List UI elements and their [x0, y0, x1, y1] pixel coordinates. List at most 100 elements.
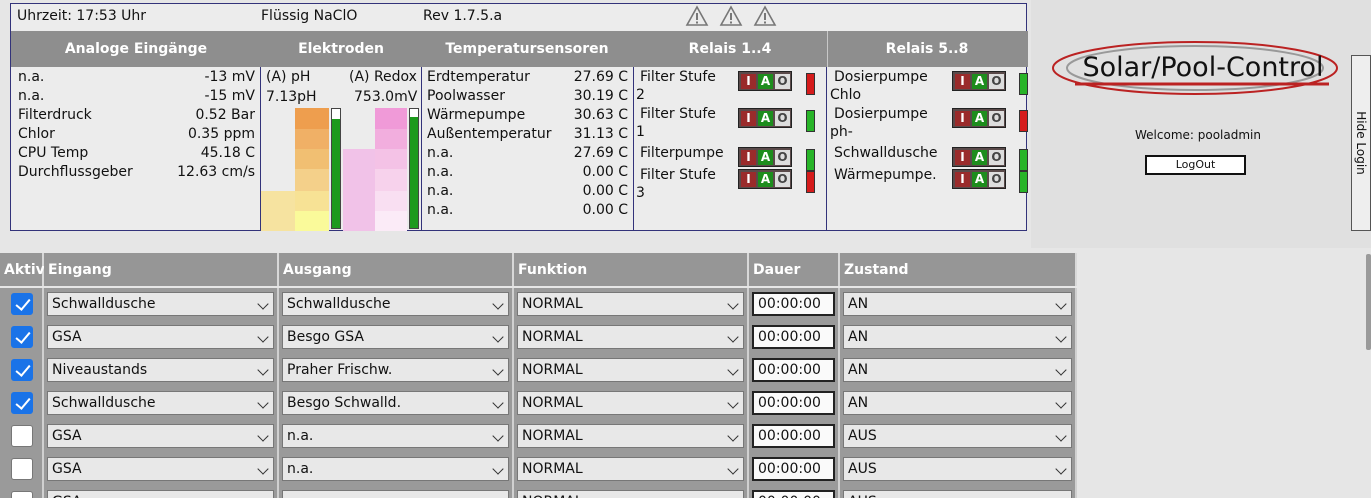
- relay-btn-i[interactable]: I: [741, 172, 756, 187]
- logout-button[interactable]: LogOut: [1145, 155, 1246, 175]
- dauer-input[interactable]: 00:00:00: [752, 358, 835, 382]
- electrode-bars: [261, 108, 407, 231]
- relay-btn-i[interactable]: I: [955, 172, 970, 187]
- relay-btn-o[interactable]: O: [775, 150, 790, 165]
- ausgang-select[interactable]: n.a.: [282, 457, 509, 481]
- zustand-select[interactable]: AUS: [843, 490, 1072, 498]
- relay-btn-a[interactable]: A: [758, 172, 773, 187]
- eingang-select[interactable]: GSA: [47, 424, 274, 448]
- funktion-select[interactable]: NORMAL: [517, 391, 744, 415]
- eingang-select[interactable]: Niveaustands: [47, 358, 274, 382]
- zustand-select[interactable]: AN: [843, 358, 1072, 382]
- relay-btn-o[interactable]: O: [775, 74, 790, 89]
- relay-btn-a[interactable]: A: [758, 111, 773, 126]
- ausgang-select[interactable]: Praher Frischw.: [282, 358, 509, 382]
- dauer-input[interactable]: 00:00:00: [752, 292, 835, 316]
- zustand-value: AUS: [848, 428, 877, 444]
- relay-mode-switch[interactable]: IAO: [738, 108, 792, 128]
- relay-btn-o[interactable]: O: [775, 172, 790, 187]
- table-row: GSA NORMAL 00:00:00 AUS: [0, 486, 1078, 498]
- relay-mode-switch[interactable]: IAO: [738, 147, 792, 167]
- relay-btn-i[interactable]: I: [741, 74, 756, 89]
- ausgang-select[interactable]: [282, 490, 509, 498]
- funktion-select[interactable]: NORMAL: [517, 490, 744, 498]
- relay-mode-switch[interactable]: IAO: [952, 71, 1006, 91]
- aktiv-checkbox[interactable]: [11, 392, 33, 414]
- ausgang-select[interactable]: n.a.: [282, 424, 509, 448]
- dauer-input[interactable]: 00:00:00: [752, 424, 835, 448]
- ausgang-select[interactable]: Besgo Schwalld.: [282, 391, 509, 415]
- zustand-select[interactable]: AN: [843, 325, 1072, 349]
- relay-status-lamp: [1019, 73, 1028, 95]
- aktiv-checkbox[interactable]: [11, 458, 33, 480]
- relay-btn-i[interactable]: I: [741, 111, 756, 126]
- analog-name: n.a.: [18, 88, 45, 104]
- aktiv-checkbox[interactable]: [11, 359, 33, 381]
- relay-status-lamp: [1019, 110, 1028, 132]
- aktiv-cell: [0, 387, 44, 420]
- relay-btn-a[interactable]: A: [758, 150, 773, 165]
- aktiv-checkbox[interactable]: [11, 293, 33, 315]
- col-zustand: Zustand: [840, 253, 1077, 286]
- aktiv-checkbox[interactable]: [11, 491, 33, 498]
- relay-sublabel: 1: [636, 124, 645, 140]
- zustand-cell: AN: [840, 288, 1077, 321]
- zustand-select[interactable]: AUS: [843, 424, 1072, 448]
- eingang-select[interactable]: Schwalldusche: [47, 391, 274, 415]
- zustand-select[interactable]: AUS: [843, 457, 1072, 481]
- warning-icon[interactable]: [753, 5, 777, 27]
- relay-btn-a[interactable]: A: [972, 111, 987, 126]
- eingang-select[interactable]: GSA: [47, 490, 274, 498]
- dauer-input[interactable]: 00:00:00: [752, 325, 835, 349]
- relay-btn-a[interactable]: A: [972, 150, 987, 165]
- relay-mode-switch[interactable]: IAO: [952, 147, 1006, 167]
- funktion-select[interactable]: NORMAL: [517, 424, 744, 448]
- relay-label: Wärmepumpe.: [834, 167, 937, 183]
- redox-bar-step: [343, 149, 375, 231]
- relay-btn-a[interactable]: A: [972, 74, 987, 89]
- warning-icon[interactable]: [719, 5, 743, 27]
- ausgang-select[interactable]: Schwalldusche: [282, 292, 509, 316]
- relay-mode-switch[interactable]: IAO: [738, 71, 792, 91]
- zustand-select[interactable]: AN: [843, 292, 1072, 316]
- relay-label: Filter Stufe: [640, 106, 716, 122]
- relay-btn-i[interactable]: I: [955, 111, 970, 126]
- relay-mode-switch[interactable]: IAO: [952, 169, 1006, 189]
- relay-btn-o[interactable]: O: [989, 111, 1004, 126]
- funktion-select[interactable]: NORMAL: [517, 457, 744, 481]
- funktion-select[interactable]: NORMAL: [517, 358, 744, 382]
- funktion-value: NORMAL: [522, 395, 583, 411]
- relay-mode-switch[interactable]: IAO: [738, 169, 792, 189]
- relay-mode-switch[interactable]: IAO: [952, 108, 1006, 128]
- zustand-select[interactable]: AN: [843, 391, 1072, 415]
- hide-login-label: Hide Login: [1354, 111, 1368, 175]
- dauer-input[interactable]: 00:00:00: [752, 490, 835, 498]
- relay-btn-o[interactable]: O: [989, 172, 1004, 187]
- relay-btn-i[interactable]: I: [955, 74, 970, 89]
- eingang-value: GSA: [52, 329, 82, 345]
- aktiv-cell: [0, 453, 44, 486]
- scrollbar-thumb[interactable]: [1366, 254, 1371, 350]
- eingang-select[interactable]: Schwalldusche: [47, 292, 274, 316]
- hide-login-button[interactable]: Hide Login: [1351, 55, 1371, 231]
- aktiv-checkbox[interactable]: [11, 326, 33, 348]
- dauer-input[interactable]: 00:00:00: [752, 457, 835, 481]
- relay-btn-o[interactable]: O: [989, 74, 1004, 89]
- relay-btn-o[interactable]: O: [775, 111, 790, 126]
- ausgang-select[interactable]: Besgo GSA: [282, 325, 509, 349]
- warning-icon[interactable]: [685, 5, 709, 27]
- eingang-select[interactable]: GSA: [47, 457, 274, 481]
- relay-btn-o[interactable]: O: [989, 150, 1004, 165]
- aktiv-checkbox[interactable]: [11, 425, 33, 447]
- relay-btn-a[interactable]: A: [758, 74, 773, 89]
- chevron-down-icon: [492, 397, 504, 409]
- funktion-select[interactable]: NORMAL: [517, 292, 744, 316]
- relay-btn-i[interactable]: I: [955, 150, 970, 165]
- relay-label: Dosierpumpe: [834, 69, 928, 85]
- funktion-select[interactable]: NORMAL: [517, 325, 744, 349]
- dauer-input[interactable]: 00:00:00: [752, 391, 835, 415]
- chevron-down-icon: [257, 331, 269, 343]
- relay-btn-a[interactable]: A: [972, 172, 987, 187]
- relay-btn-i[interactable]: I: [741, 150, 756, 165]
- eingang-select[interactable]: GSA: [47, 325, 274, 349]
